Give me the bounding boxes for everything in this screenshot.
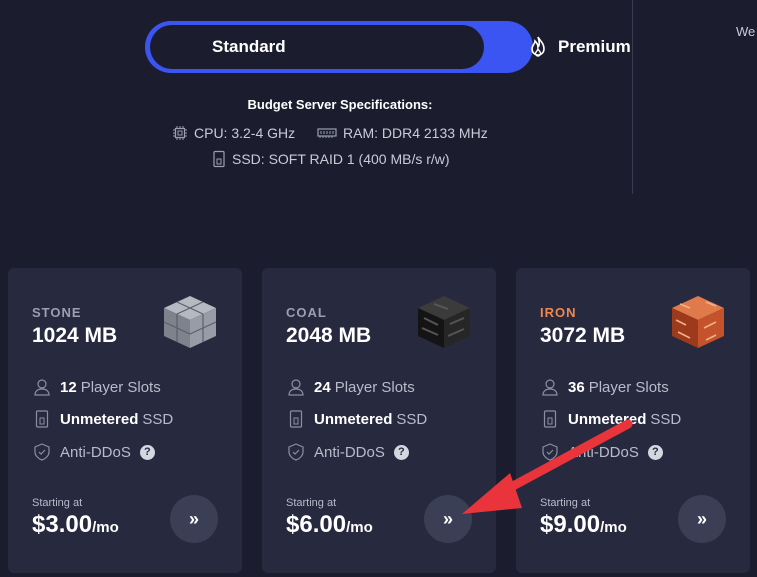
coal-block-icon: [418, 296, 470, 348]
feature-ddos: Anti-DDoS ?: [32, 441, 155, 463]
ssd-label: SSD: [142, 410, 174, 428]
ddos-label: Anti-DDoS: [60, 443, 131, 461]
slots-count: 36: [568, 378, 585, 396]
specs-title: Budget Server Specifications:: [247, 97, 433, 112]
ddos-label: Anti-DDoS: [568, 443, 639, 461]
feature-ssd: Unmetered SSD: [32, 408, 173, 430]
help-icon[interactable]: ?: [647, 444, 663, 460]
spec-ssd: SSD: SOFT RAID 1 (400 MB/s r/w): [212, 150, 450, 168]
drive-icon: [540, 408, 560, 430]
ssd-text: SSD: SOFT RAID 1 (400 MB/s r/w): [232, 151, 450, 167]
plan-tier: IRON: [540, 305, 577, 320]
spec-cpu: CPU: 3.2-4 GHz: [172, 125, 295, 141]
iron-block-icon: [672, 296, 724, 348]
standard-label: Standard: [212, 37, 286, 56]
select-plan-button[interactable]: »: [170, 495, 218, 543]
feature-ddos: Anti-DDoS ?: [540, 441, 663, 463]
shield-icon: [32, 441, 52, 463]
drive-icon: [286, 408, 306, 430]
cpu-text: CPU: 3.2-4 GHz: [194, 125, 296, 141]
plan-toggle: Standard Premium: [145, 21, 631, 73]
help-icon[interactable]: ?: [393, 444, 409, 460]
ssd-icon: [213, 150, 225, 168]
feature-ssd: Unmetered SSD: [540, 408, 681, 430]
select-plan-button[interactable]: »: [424, 495, 472, 543]
user-icon: [286, 376, 306, 398]
ram-icon: [317, 128, 337, 138]
drive-icon: [32, 408, 52, 430]
ssd-label: SSD: [396, 410, 428, 428]
side-text: We: [736, 24, 756, 39]
premium-tab[interactable]: Premium: [558, 21, 631, 73]
plan-price: $6.00/mo: [286, 511, 373, 539]
help-icon[interactable]: ?: [139, 444, 155, 460]
starting-label: Starting at: [286, 497, 337, 509]
stone-block-icon: [163, 296, 217, 348]
flame-icon: [531, 36, 545, 57]
plan-memory: 3072 MB: [540, 324, 626, 347]
user-icon: [32, 376, 52, 398]
slots-label: Player Slots: [80, 378, 161, 396]
ram-text: RAM: DDR4 2133 MHz: [343, 125, 488, 141]
plan-card-iron: IRON 3072 MB 36 Player Slots Unmetered S…: [516, 268, 750, 573]
price-value: $3.00: [32, 511, 93, 538]
premium-label: Premium: [558, 37, 631, 56]
ssd-label: SSD: [650, 410, 682, 428]
standard-tab[interactable]: Standard: [150, 25, 484, 69]
select-plan-button[interactable]: »: [678, 495, 726, 543]
ddos-label: Anti-DDoS: [314, 443, 385, 461]
plan-tier: COAL: [286, 305, 327, 320]
slots-label: Player Slots: [588, 378, 669, 396]
shield-icon: [540, 441, 560, 463]
price-value: $6.00: [286, 511, 347, 538]
slots-label: Player Slots: [334, 378, 415, 396]
plan-card-stone: STONE 1024 MB 12 Player Slots Unmetered …: [8, 268, 242, 573]
plan-card-coal: COAL 2048 MB 24 Player Slots Unmetered S…: [262, 268, 496, 573]
spec-ram: RAM: DDR4 2133 MHz: [317, 125, 488, 141]
user-icon: [540, 376, 560, 398]
plan-memory: 2048 MB: [286, 324, 372, 347]
feature-player-slots: 12 Player Slots: [32, 376, 161, 398]
plan-price: $9.00/mo: [540, 511, 627, 539]
ssd-bold: Unmetered: [568, 410, 647, 428]
slots-count: 24: [314, 378, 331, 396]
ssd-bold: Unmetered: [60, 410, 139, 428]
feature-ssd: Unmetered SSD: [286, 408, 427, 430]
plan-tier: STONE: [32, 305, 82, 320]
price-period: /mo: [600, 519, 627, 536]
slots-count: 12: [60, 378, 77, 396]
feature-ddos: Anti-DDoS ?: [286, 441, 409, 463]
starting-label: Starting at: [32, 497, 83, 509]
cpu-icon: [173, 126, 187, 140]
plan-memory: 1024 MB: [32, 324, 118, 347]
feature-player-slots: 36 Player Slots: [540, 376, 669, 398]
price-period: /mo: [92, 519, 119, 536]
plan-price: $3.00/mo: [32, 511, 119, 539]
starting-label: Starting at: [540, 497, 591, 509]
ssd-bold: Unmetered: [314, 410, 393, 428]
price-period: /mo: [346, 519, 373, 536]
price-value: $9.00: [540, 511, 601, 538]
feature-player-slots: 24 Player Slots: [286, 376, 415, 398]
shield-icon: [286, 441, 306, 463]
